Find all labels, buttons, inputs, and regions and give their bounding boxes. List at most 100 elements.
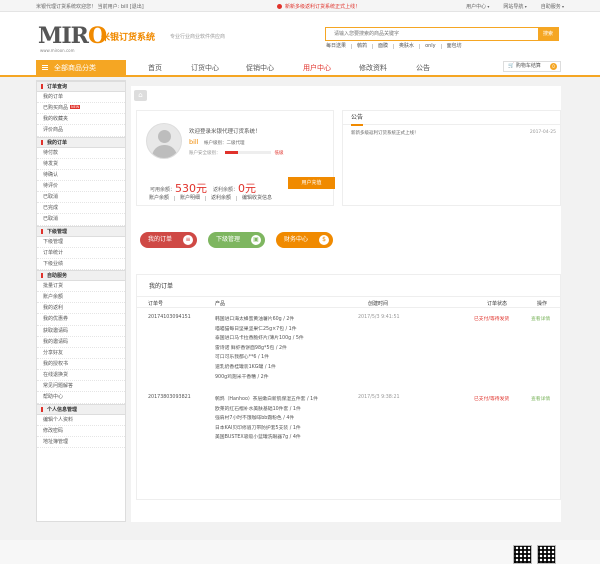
footer — [0, 540, 600, 564]
sidebar-item[interactable]: 已完成 — [37, 203, 125, 215]
sidebar-item[interactable]: 待付款 — [37, 148, 125, 159]
all-categories-button[interactable]: 全部商品分类 — [36, 60, 126, 77]
link-detail[interactable]: 账户明细 — [174, 196, 205, 201]
sidebar-item[interactable]: 已购买商品 NEW — [37, 103, 125, 115]
product-line[interactable]: 喵喵猫每日坚果坚果仁25g×7包 / 1件 — [215, 325, 304, 335]
search-input[interactable] — [326, 28, 522, 40]
sidebar-item[interactable]: 待评价 — [37, 181, 125, 193]
product-line[interactable]: 雷诗诺 鲜虾香饼面98g*5包 / 2件 — [215, 344, 304, 354]
order-number[interactable]: 20173803093821 — [148, 395, 191, 400]
link-rebate[interactable]: 返利余额 — [205, 196, 236, 201]
subordinate-management-button[interactable]: 下级管理 ▣ — [208, 232, 265, 248]
top-link-site-nav[interactable]: 网站导航 — [503, 3, 526, 10]
sidebar-item[interactable]: 已取消 — [37, 214, 125, 226]
product-line[interactable]: 美国BUSTEX吸吸小蓝罐洗眼器7g / 4件 — [215, 433, 318, 443]
product-line[interactable]: 鹌鹑（Hanhoo）茶层嫩白新肌保湿五件套 / 1件 — [215, 395, 318, 405]
nav-order-center[interactable]: 订货中心 — [191, 60, 219, 77]
sidebar-item[interactable]: 账户余额 — [37, 292, 125, 304]
product-line[interactable]: 泰国进口马卡拉香脆虾片/薄片100g / 5件 — [215, 334, 304, 344]
order-number[interactable]: 20174103094151 — [148, 315, 191, 320]
rebate-value: 0元 — [238, 182, 257, 195]
hot-keyword[interactable]: only — [419, 44, 441, 49]
sidebar-item[interactable]: 获取邀请码 — [37, 326, 125, 337]
all-categories-label: 全部商品分类 — [54, 64, 96, 72]
sidebar-item[interactable]: 待确认 — [37, 170, 125, 181]
hot-keyword[interactable]: 面包坊 — [440, 44, 467, 49]
account-links: 账户余额 账户明细 返利余额 编辑收货信息 — [149, 196, 277, 201]
home-icon[interactable]: ⌂ — [134, 90, 147, 101]
account-level: 帐户级别：二级代理 — [204, 141, 245, 146]
hot-keyword[interactable]: 面膜 — [372, 44, 393, 49]
sidebar-item[interactable]: 帮助中心 — [37, 392, 125, 404]
announcement-link[interactable]: 新新多级返利订货系统正式上线！ — [277, 3, 360, 10]
product-line[interactable]: 强肩村7小时不饿咖啡bb霜粉色 / 4件 — [215, 414, 318, 424]
my-orders-button[interactable]: 我的订单 ≡ — [140, 232, 197, 248]
col-status: 订单状态 — [487, 301, 508, 307]
cart-button[interactable]: 🛒 购物车结算 0 — [503, 61, 561, 72]
sidebar-item[interactable]: 我的收藏夹 — [37, 114, 125, 126]
sidebar-item[interactable]: 已取消 — [37, 192, 125, 204]
view-details-link[interactable]: 查看详情 — [531, 395, 550, 402]
hot-keyword[interactable]: 鹌鹑 — [351, 44, 372, 49]
sidebar-item[interactable]: 我的优惠券 — [37, 314, 125, 326]
sidebar-item[interactable]: 地址簿管理 — [37, 437, 125, 448]
finance-center-button[interactable]: 财务中心 $ — [276, 232, 333, 248]
nav-notice[interactable]: 公告 — [416, 60, 430, 77]
col-action: 操作 — [537, 301, 548, 307]
sidebar-item[interactable]: 在线退换货 — [37, 370, 125, 382]
hot-keyword[interactable]: 每日送果 — [326, 44, 351, 49]
cart-icon: 🛒 — [508, 63, 515, 69]
hot-keyword[interactable]: 奥肤水 — [393, 44, 419, 49]
product-line[interactable]: 欧莱的红石榴补水美肤基础10件套 / 1件 — [215, 405, 318, 415]
sidebar-item[interactable]: 分享好友 — [37, 348, 125, 359]
security-level: 账户安全级别： 低级 — [189, 150, 284, 156]
sidebar-item[interactable]: 我的返利 — [37, 303, 125, 315]
recharge-button[interactable]: 用户充值 — [288, 177, 335, 189]
sidebar-item[interactable]: 批量订货 — [37, 281, 125, 293]
sidebar-item[interactable]: 下级管理 — [37, 237, 125, 248]
notice-card: 公告 新新多级返利订货系统正式上线！ 2017-04-25 — [342, 110, 561, 206]
sidebar-item[interactable]: 修改密码 — [37, 426, 125, 437]
product-line[interactable]: 900g鸡翅米干香糟 / 2件 — [215, 373, 304, 383]
product-line[interactable]: 日本KAI贝印修眉刀带防护套5支装 / 1件 — [215, 424, 318, 434]
sidebar-item[interactable]: 我的邀请码 — [37, 337, 125, 348]
search-button[interactable]: 搜索 — [538, 28, 558, 40]
security-bar — [224, 151, 271, 154]
sidebar-item[interactable]: 我的订单 — [37, 92, 125, 104]
list-icon: ≡ — [183, 235, 193, 245]
sidebar-item[interactable]: 评价商品 — [37, 125, 125, 137]
view-details-link[interactable]: 查看详情 — [531, 315, 550, 322]
order-time: 2017/5/3 9:38:21 — [358, 395, 400, 400]
product-line[interactable]: 可口可乐我都心**6 / 1件 — [215, 353, 304, 363]
avatar[interactable] — [146, 123, 182, 159]
notice-item[interactable]: 新新多级返利订货系统正式上线！ 2017-04-25 — [351, 130, 556, 136]
nav-user-center[interactable]: 用户中心 — [303, 60, 331, 77]
product-line[interactable]: 韩国进口海太蜂蜜黄油薯片60g / 2件 — [215, 315, 304, 325]
nav-edit-profile[interactable]: 修改资料 — [359, 60, 387, 77]
product-list: 韩国进口海太蜂蜜黄油薯片60g / 2件 喵喵猫每日坚果坚果仁25g×7包 / … — [215, 315, 304, 382]
sidebar-item[interactable]: 待发货 — [37, 159, 125, 170]
announcement-text: 新新多级返利订货系统正式上线！ — [285, 4, 361, 10]
sidebar-group-title: 订单查询 — [37, 81, 125, 92]
sidebar-item[interactable]: 订单统计 — [37, 248, 125, 259]
nav-promotion[interactable]: 促销中心 — [246, 60, 274, 77]
user-card: 欢迎登录米银代理订货系统！ bill 帐户级别：二级代理 账户安全级别： 低级 可… — [136, 110, 335, 206]
link-balance[interactable]: 账户余额 — [149, 196, 174, 201]
sidebar-item[interactable]: 编辑个人资料 — [37, 415, 125, 426]
sidebar-item[interactable]: 下级业绩 — [37, 259, 125, 270]
logo[interactable]: MIRO www.miroon.com 米银订货系统 专业行业商业软件供应商 — [38, 25, 225, 53]
security-level-text: 低级 — [274, 151, 284, 156]
main-content: ⌂ 欢迎登录米银代理订货系统！ bill 帐户级别：二级代理 账户安全级别： 低级… — [131, 86, 561, 522]
sidebar-item-label: 我的订单 — [43, 94, 64, 100]
product-line[interactable]: 速乳奶香桂罐装1KG罐 / 1件 — [215, 363, 304, 373]
sidebar-item[interactable]: 常见问题解答 — [37, 381, 125, 393]
subordinate-management-label: 下级管理 — [216, 236, 241, 243]
sidebar-item[interactable]: 我的授权书 — [37, 359, 125, 371]
top-link-self-service[interactable]: 自助服务 — [541, 3, 564, 10]
sidebar-group-title: 我的订单 — [37, 136, 125, 148]
nav-home[interactable]: 首页 — [148, 60, 162, 77]
rebate-label: 返利余额： — [213, 187, 239, 193]
order-status: 已支付/等待发货 — [474, 397, 510, 402]
link-address[interactable]: 编辑收货信息 — [236, 196, 277, 201]
top-link-user-center[interactable]: 用户中心 — [466, 3, 489, 10]
